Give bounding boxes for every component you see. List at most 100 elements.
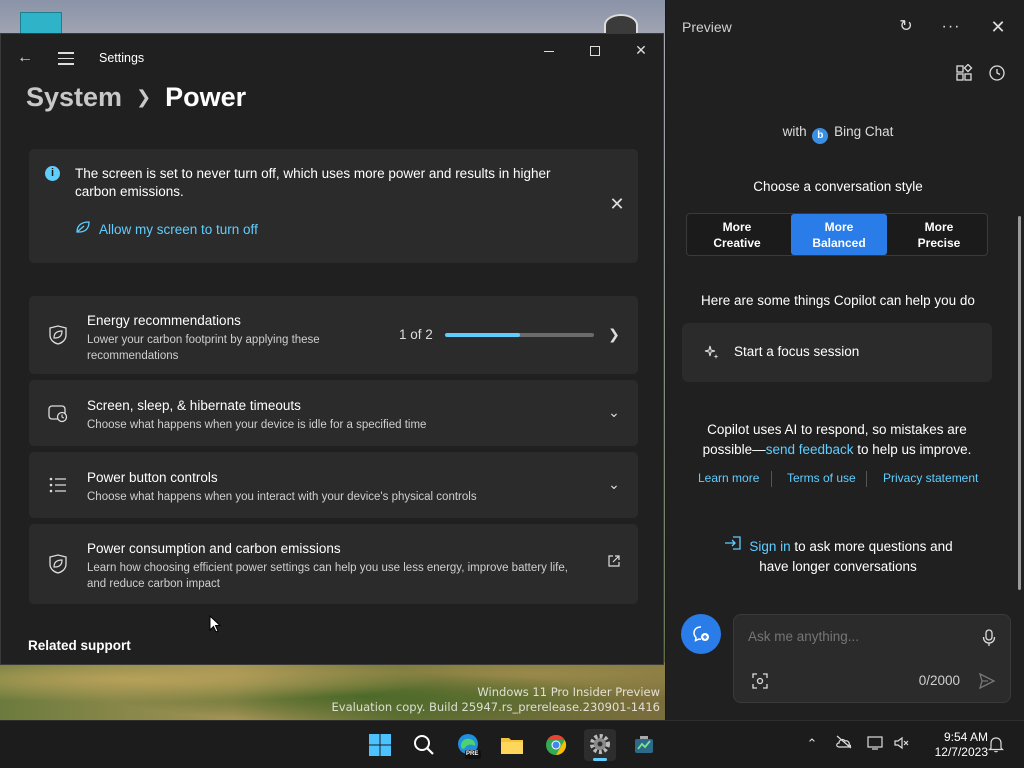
character-count: 0/2000: [918, 673, 960, 688]
sparkle-icon: [704, 344, 720, 360]
allow-screen-off-label: Allow my screen to turn off: [99, 222, 258, 237]
power-consumption-card[interactable]: Power consumption and carbon emissions L…: [29, 524, 638, 604]
watermark-build: Evaluation copy. Build 25947.rs_prerelea…: [331, 700, 660, 714]
screen-sleep-icon: [47, 402, 69, 424]
sign-in-icon: [723, 535, 743, 557]
screenshot-icon[interactable]: [752, 673, 768, 689]
progress-count: 1 of 2: [399, 327, 433, 342]
energy-recommendations-card[interactable]: Energy recommendations Lower your carbon…: [29, 296, 638, 374]
store-app[interactable]: [628, 729, 660, 761]
desktop-shortcut-icon[interactable]: [20, 12, 62, 34]
list-icon: [47, 474, 69, 496]
breadcrumb: System ❯ Power: [26, 82, 246, 113]
clock-time: 9:54 AM: [943, 730, 988, 744]
search-icon: [414, 735, 434, 755]
style-more-precise[interactable]: More Precise: [891, 214, 987, 255]
gear-icon: [590, 734, 610, 754]
start-button[interactable]: [364, 729, 396, 761]
terms-of-use-link[interactable]: Terms of use: [787, 471, 856, 485]
network-icon[interactable]: [867, 735, 885, 753]
hamburger-menu-icon[interactable]: [55, 48, 77, 68]
with-bing-chat: with b Bing Chat: [666, 124, 1010, 144]
chat-input[interactable]: [748, 629, 968, 644]
progress-bar: [445, 333, 594, 337]
notification-bell-icon[interactable]: [987, 735, 1005, 753]
card-description: Choose what happens when your device is …: [87, 419, 427, 431]
sign-in-link[interactable]: Sign in: [749, 539, 790, 554]
system-clock[interactable]: 9:54 AM 12/7/2023: [920, 730, 988, 760]
style-more-balanced[interactable]: More Balanced: [791, 214, 887, 255]
allow-screen-off-link[interactable]: Allow my screen to turn off: [75, 220, 258, 237]
minimize-button[interactable]: [531, 40, 567, 62]
copilot-pane: Preview ↻ ··· ✕ with b Bing Chat Choose …: [665, 0, 1024, 720]
style-label-line2: Creative: [713, 236, 761, 250]
with-label: with: [782, 124, 807, 139]
related-support-heading: Related support: [28, 638, 131, 653]
screen-sleep-card[interactable]: Screen, sleep, & hibernate timeouts Choo…: [29, 380, 638, 446]
card-description: Choose what happens when you interact wi…: [87, 491, 477, 503]
edge-preview-app[interactable]: PRE: [452, 729, 484, 761]
disclaimer-text-end: to help us improve.: [853, 442, 972, 457]
card-title: Screen, sleep, & hibernate timeouts: [87, 398, 301, 413]
more-options-icon[interactable]: ···: [938, 14, 964, 40]
windows-watermark: Windows 11 Pro Insider Preview Evaluatio…: [332, 685, 660, 715]
card-description: Lower your carbon footprint by applying …: [87, 334, 320, 362]
style-label-line1: More: [824, 220, 854, 234]
send-feedback-link[interactable]: send feedback: [766, 442, 854, 457]
learn-more-link[interactable]: Learn more: [698, 471, 759, 485]
active-indicator: [593, 758, 607, 761]
style-more-creative[interactable]: More Creative: [689, 214, 785, 255]
taskbar: PRE ⌃ 9:54 AM 12/7/2023: [0, 720, 1024, 768]
close-icon[interactable]: ✕: [985, 14, 1011, 40]
privacy-statement-link[interactable]: Privacy statement: [883, 471, 978, 485]
chevron-down-icon: ⌄: [608, 476, 620, 492]
conversation-style-selector: More Creative More Balanced More Precise: [686, 213, 988, 256]
external-link-icon: [606, 554, 622, 570]
send-icon[interactable]: [978, 672, 996, 690]
refresh-icon[interactable]: ↻: [893, 14, 919, 40]
ai-disclaimer: Copilot uses AI to respond, so mistakes …: [682, 420, 992, 460]
windows-logo-icon: [369, 734, 391, 756]
suggestion-text: Start a focus session: [734, 344, 860, 359]
show-hidden-icons-chevron-up-icon[interactable]: ⌃: [803, 735, 821, 753]
clock-date: 12/7/2023: [934, 745, 988, 759]
chevron-right-icon: ❯: [136, 87, 152, 107]
microphone-icon[interactable]: [982, 629, 996, 647]
file-explorer-app[interactable]: [496, 729, 528, 761]
conversation-style-heading: Choose a conversation style: [753, 179, 923, 194]
suggestion-focus-session[interactable]: Start a focus session: [682, 323, 992, 382]
volume-muted-icon[interactable]: [893, 735, 911, 753]
maximize-icon: [590, 46, 600, 57]
style-label-line1: More: [722, 220, 752, 234]
style-label-line2: Balanced: [812, 236, 866, 250]
title-bar: ← Settings ✕: [1, 34, 663, 80]
bing-chat-label: Bing Chat: [834, 124, 894, 139]
maximize-button[interactable]: [577, 40, 613, 62]
card-title: Power button controls: [87, 470, 218, 485]
breadcrumb-parent[interactable]: System: [26, 82, 122, 112]
history-icon[interactable]: [988, 64, 1008, 84]
power-button-controls-card[interactable]: Power button controls Choose what happen…: [29, 452, 638, 518]
watermark-edition: Windows 11 Pro Insider Preview: [477, 685, 660, 699]
scrollbar[interactable]: [1018, 216, 1021, 590]
divider: [866, 471, 867, 487]
dismiss-banner-close-icon[interactable]: ✕: [608, 195, 626, 213]
onedrive-cloud-icon[interactable]: [835, 735, 853, 753]
back-arrow-icon[interactable]: ←: [15, 48, 35, 68]
folder-icon: [501, 738, 523, 754]
card-title: Power consumption and carbon emissions: [87, 541, 341, 556]
close-button[interactable]: ✕: [623, 40, 659, 62]
style-label-line2: Precise: [917, 236, 961, 250]
chrome-app[interactable]: [540, 729, 572, 761]
settings-app[interactable]: [584, 729, 616, 761]
footer-links: Learn more Terms of use Privacy statemen…: [682, 471, 1002, 487]
bing-logo-icon: b: [812, 128, 829, 144]
plugins-icon[interactable]: [955, 63, 975, 84]
page-title: Power: [165, 82, 247, 112]
style-label-line1: More: [924, 220, 954, 234]
leaf-shield-icon: [47, 553, 69, 575]
search-button[interactable]: [408, 729, 440, 761]
new-topic-button[interactable]: [681, 614, 721, 654]
leaf-shield-icon: [47, 324, 69, 346]
settings-window: ← Settings ✕ System ❯ Power i The screen i…: [0, 33, 664, 665]
